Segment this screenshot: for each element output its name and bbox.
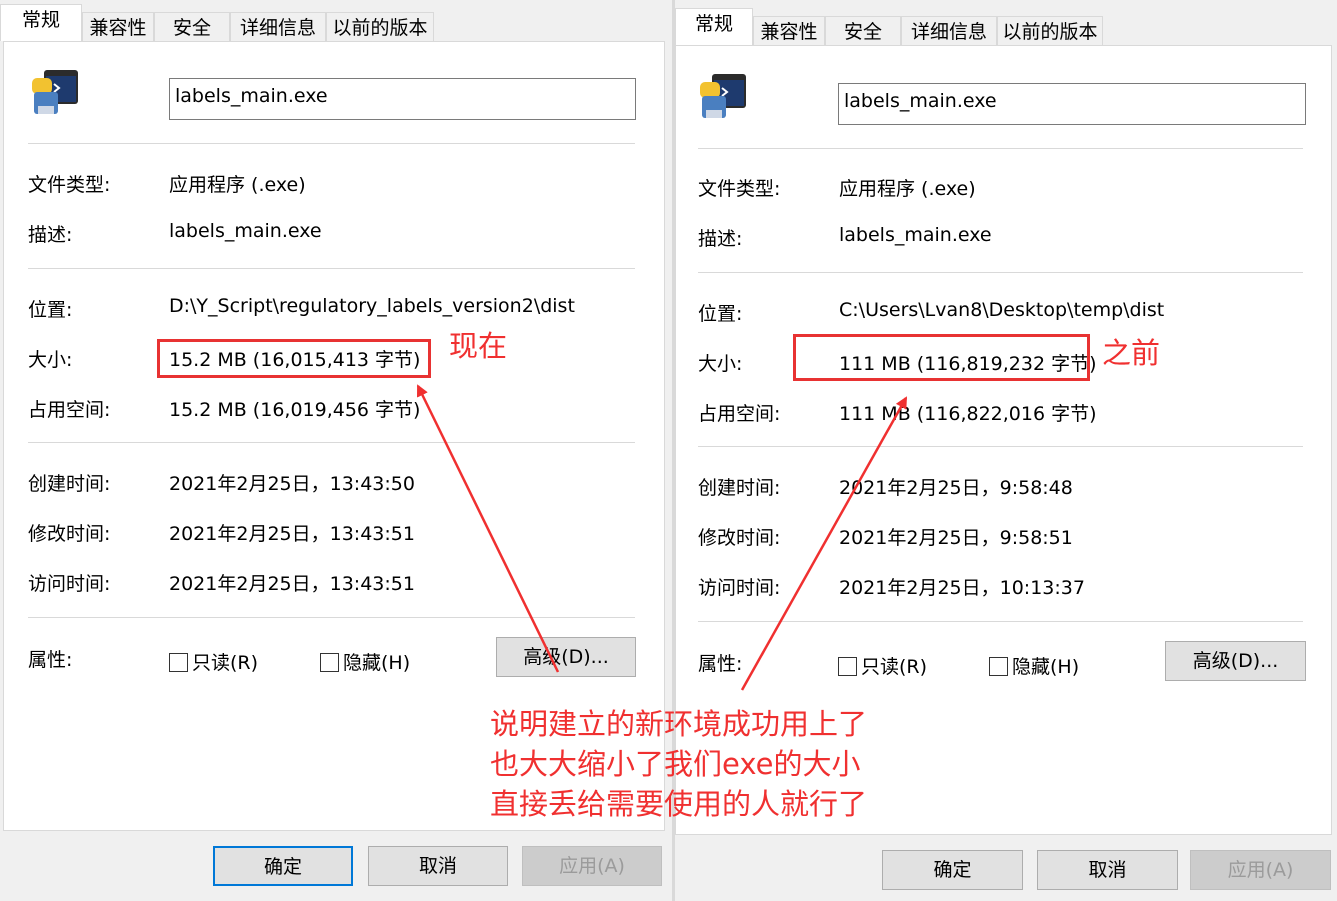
description-value: labels_main.exe xyxy=(169,220,322,242)
tab-details[interactable]: 详细信息 xyxy=(230,12,326,43)
left-tab-bar: 常规 兼容性 安全 详细信息 以前的版本 xyxy=(0,0,672,43)
readonly-label: 只读(R) xyxy=(861,656,928,678)
accessed-label: 访问时间: xyxy=(28,573,111,595)
checkbox-box[interactable] xyxy=(989,657,1008,676)
modified-label: 修改时间: xyxy=(28,523,111,545)
annotation-now: 现在 xyxy=(449,329,508,363)
cancel-button[interactable]: 取消 xyxy=(368,846,508,886)
attributes-label: 属性: xyxy=(28,649,73,671)
hidden-checkbox[interactable]: 隐藏(H) xyxy=(989,652,1079,679)
location-value: C:\Users\Lvan8\Desktop\temp\dist xyxy=(839,299,1165,321)
file-type-value: 应用程序 (.exe) xyxy=(839,178,976,200)
ok-button[interactable]: 确定 xyxy=(213,846,353,886)
note-line-3: 直接丢给需要使用的人就行了 xyxy=(490,787,868,821)
divider xyxy=(698,621,1303,622)
location-label: 位置: xyxy=(28,299,73,321)
advanced-button[interactable]: 高级(D)... xyxy=(496,637,636,677)
annotation-note: 说明建立的新环境成功用上了 也大大缩小了我们exe的大小 直接丢给需要使用的人就… xyxy=(490,704,867,824)
modified-value: 2021年2月25日，13:43:51 xyxy=(169,523,415,545)
accessed-label: 访问时间: xyxy=(698,577,781,599)
modified-label: 修改时间: xyxy=(698,527,781,549)
size-label: 大小: xyxy=(28,349,73,371)
description-label: 描述: xyxy=(698,228,743,250)
location-value: D:\Y_Script\regulatory_labels_version2\d… xyxy=(169,295,575,317)
created-value: 2021年2月25日，9:58:48 xyxy=(839,477,1073,499)
note-line-1: 说明建立的新环境成功用上了 xyxy=(490,707,868,741)
description-label: 描述: xyxy=(28,224,73,246)
divider xyxy=(28,617,635,618)
size-on-disk-label: 占用空间: xyxy=(698,403,781,425)
apply-button[interactable]: 应用(A) xyxy=(522,846,662,886)
size-on-disk-label: 占用空间: xyxy=(28,399,111,421)
tab-security[interactable]: 安全 xyxy=(825,16,901,47)
created-label: 创建时间: xyxy=(28,473,111,495)
advanced-button[interactable]: 高级(D)... xyxy=(1165,641,1306,681)
filename-field[interactable]: labels_main.exe xyxy=(838,83,1306,125)
tab-general[interactable]: 常规 xyxy=(675,8,753,45)
note-line-2: 也大大缩小了我们exe的大小 xyxy=(490,747,861,781)
annotation-before: 之前 xyxy=(1102,336,1161,370)
file-type-value: 应用程序 (.exe) xyxy=(169,174,306,196)
accessed-value: 2021年2月25日，10:13:37 xyxy=(839,577,1085,599)
hidden-label: 隐藏(H) xyxy=(343,652,411,674)
readonly-checkbox[interactable]: 只读(R) xyxy=(169,648,258,675)
file-type-label: 文件类型: xyxy=(28,174,111,196)
description-value: labels_main.exe xyxy=(839,224,992,246)
tab-compatibility[interactable]: 兼容性 xyxy=(753,16,825,47)
ok-button[interactable]: 确定 xyxy=(882,850,1023,890)
hidden-checkbox[interactable]: 隐藏(H) xyxy=(320,648,410,675)
divider xyxy=(698,148,1303,149)
checkbox-box[interactable] xyxy=(169,653,188,672)
created-label: 创建时间: xyxy=(698,477,781,499)
tab-details[interactable]: 详细信息 xyxy=(901,16,997,47)
modified-value: 2021年2月25日，9:58:51 xyxy=(839,527,1073,549)
tab-previous-versions[interactable]: 以前的版本 xyxy=(997,16,1103,47)
divider xyxy=(698,446,1303,447)
accessed-value: 2021年2月25日，13:43:51 xyxy=(169,573,415,595)
filename-field[interactable]: labels_main.exe xyxy=(169,78,636,120)
size-label: 大小: xyxy=(698,353,743,375)
readonly-checkbox[interactable]: 只读(R) xyxy=(838,652,927,679)
right-tab-bar: 常规 兼容性 安全 详细信息 以前的版本 xyxy=(675,0,1337,47)
cancel-button[interactable]: 取消 xyxy=(1037,850,1178,890)
size-on-disk-value: 111 MB (116,822,016 字节) xyxy=(839,403,1097,425)
size-highlight-box-left xyxy=(157,339,431,378)
hidden-label: 隐藏(H) xyxy=(1012,656,1080,678)
divider xyxy=(28,442,635,443)
divider xyxy=(698,272,1303,273)
tab-compatibility[interactable]: 兼容性 xyxy=(82,12,154,43)
readonly-label: 只读(R) xyxy=(192,652,259,674)
size-highlight-box-right xyxy=(793,334,1090,381)
created-value: 2021年2月25日，13:43:50 xyxy=(169,473,415,495)
location-label: 位置: xyxy=(698,303,743,325)
checkbox-box[interactable] xyxy=(320,653,339,672)
divider xyxy=(28,143,635,144)
apply-button[interactable]: 应用(A) xyxy=(1190,850,1331,890)
size-on-disk-value: 15.2 MB (16,019,456 字节) xyxy=(169,399,421,421)
tab-general[interactable]: 常规 xyxy=(0,4,82,41)
checkbox-box[interactable] xyxy=(838,657,857,676)
python-exe-icon xyxy=(700,74,746,118)
tab-security[interactable]: 安全 xyxy=(154,12,230,43)
file-type-label: 文件类型: xyxy=(698,178,781,200)
python-exe-icon xyxy=(32,70,78,114)
divider xyxy=(28,268,635,269)
tab-previous-versions[interactable]: 以前的版本 xyxy=(326,12,434,43)
attributes-label: 属性: xyxy=(698,653,743,675)
